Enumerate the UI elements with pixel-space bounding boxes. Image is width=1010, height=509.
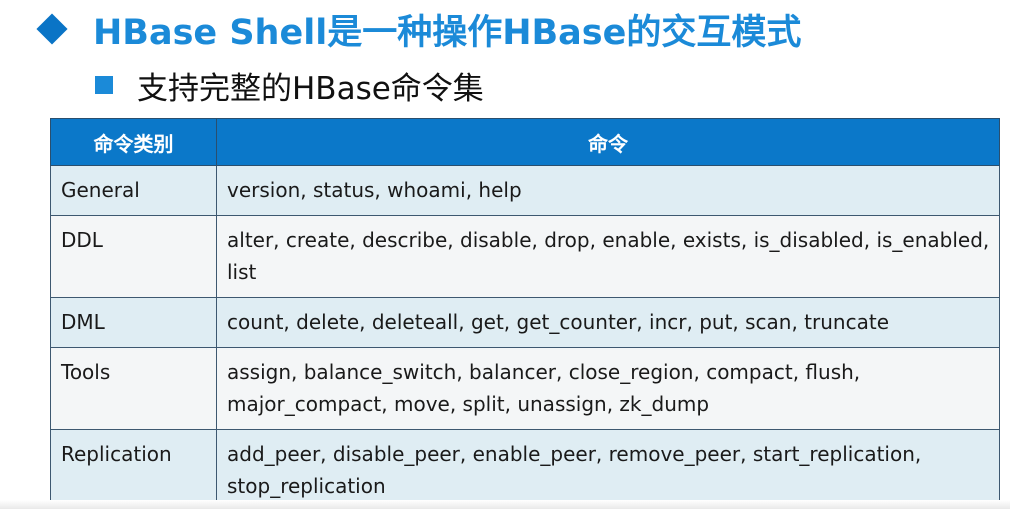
- category-cell: DML: [50, 297, 217, 348]
- command-table: 命令类别 命令 General version, status, whoami,…: [50, 118, 1000, 509]
- table-header-row: 命令类别 命令: [50, 118, 1000, 166]
- slide-subtitle: 支持完整的HBase命令集: [137, 70, 484, 107]
- category-cell: General: [50, 165, 217, 216]
- square-bullet-icon: [95, 76, 113, 94]
- header-commands: 命令: [216, 118, 1000, 166]
- commands-cell: assign, balance_switch, balancer, close_…: [216, 347, 1000, 430]
- commands-cell: alter, create, describe, disable, drop, …: [216, 215, 1000, 298]
- header-category: 命令类别: [50, 118, 217, 166]
- table-row: DDL alter, create, describe, disable, dr…: [50, 215, 1000, 298]
- title-row: HBase Shell是一种操作HBase的交互模式: [36, 4, 801, 54]
- diamond-icon: [36, 13, 68, 45]
- slide: HBase Shell是一种操作HBase的交互模式 支持完整的HBase命令集…: [0, 0, 1010, 509]
- commands-cell: add_peer, disable_peer, enable_peer, rem…: [216, 429, 1000, 509]
- table-row: Replication add_peer, disable_peer, enab…: [50, 429, 1000, 509]
- commands-cell: version, status, whoami, help: [216, 165, 1000, 216]
- table-row: General version, status, whoami, help: [50, 165, 1000, 216]
- subtitle-row: 支持完整的HBase命令集: [95, 60, 484, 110]
- commands-cell: count, delete, deleteall, get, get_count…: [216, 297, 1000, 348]
- table-row: DML count, delete, deleteall, get, get_c…: [50, 297, 1000, 348]
- table-row: Tools assign, balance_switch, balancer, …: [50, 347, 1000, 430]
- bottom-shadow: [0, 500, 1010, 509]
- category-cell: DDL: [50, 215, 217, 298]
- slide-title: HBase Shell是一种操作HBase的交互模式: [93, 12, 802, 53]
- category-cell: Tools: [50, 347, 217, 430]
- category-cell: Replication: [50, 429, 217, 509]
